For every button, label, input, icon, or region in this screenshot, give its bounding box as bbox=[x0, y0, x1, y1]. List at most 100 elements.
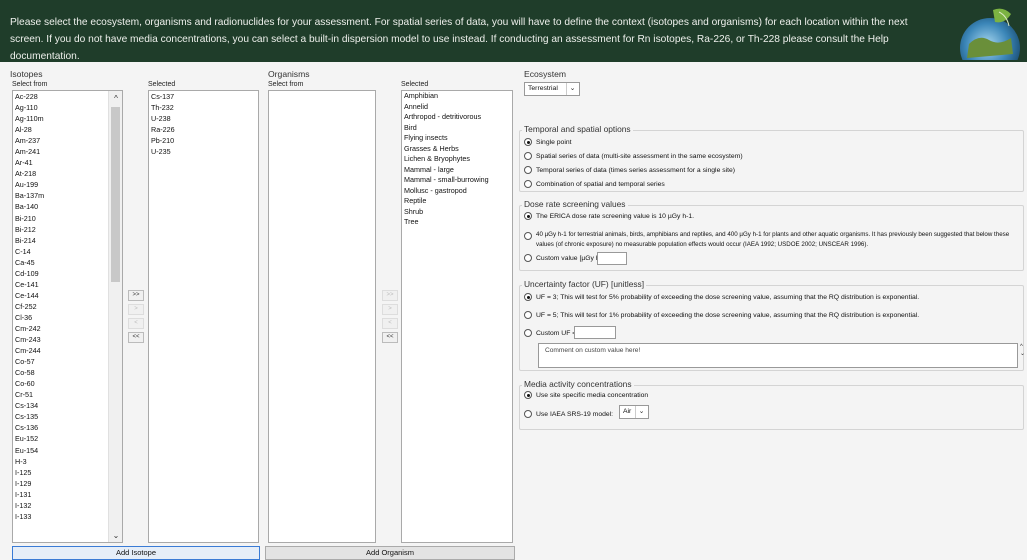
isotopes-available-list[interactable]: Ac-228 Ag-110 Ag-110m Al-28 Am-237 Am-241 Ar-4… bbox=[12, 90, 123, 543]
list-item[interactable]: Cr-51 bbox=[13, 389, 122, 400]
list-item[interactable]: Ba-140 bbox=[13, 201, 122, 212]
list-item[interactable]: Eu-152 bbox=[13, 433, 122, 444]
move-right-button[interactable]: > bbox=[382, 304, 398, 315]
organisms-title: Organisms bbox=[268, 69, 310, 79]
radio-erica-value[interactable]: The ERICA dose rate screening value is 1… bbox=[524, 212, 694, 222]
list-item[interactable]: U-235 bbox=[149, 146, 258, 157]
textarea-scroll-icon[interactable]: ^ ⌄ bbox=[1020, 344, 1025, 358]
iaea-model-value: Air bbox=[623, 408, 632, 415]
list-item[interactable]: Ag-110 bbox=[13, 102, 122, 113]
list-item[interactable]: Lichen & Bryophytes bbox=[402, 154, 512, 165]
move-all-right-button[interactable]: >> bbox=[128, 290, 144, 301]
list-item[interactable]: Arthropod - detritivorous bbox=[402, 112, 512, 123]
radio-spatial-series[interactable]: Spatial series of data (multi-site asses… bbox=[524, 152, 743, 162]
organisms-selected-list[interactable]: Amphibian Annelid Arthropod - detritivorou… bbox=[401, 90, 513, 543]
list-item[interactable]: Mollusc - gastropod bbox=[402, 186, 512, 197]
iaea-model-select[interactable]: Air ⌄ bbox=[619, 405, 649, 419]
list-item[interactable]: Flying insects bbox=[402, 133, 512, 144]
radio-uf3[interactable]: UF = 3; This will test for 5% probabilit… bbox=[524, 293, 919, 303]
list-item[interactable]: Ce-144 bbox=[13, 290, 122, 301]
list-item[interactable]: C-14 bbox=[13, 246, 122, 257]
list-item[interactable]: Co-60 bbox=[13, 378, 122, 389]
custom-uf-input[interactable] bbox=[574, 326, 616, 339]
move-left-button[interactable]: < bbox=[128, 318, 144, 329]
isotopes-scrollbar[interactable]: ^ ⌄ bbox=[108, 91, 122, 542]
list-item[interactable]: Bi-210 bbox=[13, 213, 122, 224]
list-item[interactable]: I-129 bbox=[13, 478, 122, 489]
list-item[interactable]: Cs-136 bbox=[13, 422, 122, 433]
list-item[interactable]: Cf-252 bbox=[13, 301, 122, 312]
isotopes-selected-label: Selected bbox=[148, 81, 176, 88]
list-item[interactable]: Bi-212 bbox=[13, 224, 122, 235]
list-item[interactable]: Bird bbox=[402, 123, 512, 134]
move-right-button[interactable]: > bbox=[128, 304, 144, 315]
list-item[interactable]: Cl-36 bbox=[13, 312, 122, 323]
list-item[interactable]: Tree bbox=[402, 217, 512, 228]
isotopes-selected-list[interactable]: Cs-137 Th-232 U-238 Ra-226 Pb-210 U-235 bbox=[148, 90, 259, 543]
scroll-up-icon[interactable]: ^ bbox=[109, 91, 122, 105]
radio-iaea-model[interactable]: Use IAEA SRS-19 model: bbox=[524, 410, 613, 420]
list-item[interactable]: Amphibian bbox=[402, 91, 512, 102]
list-item[interactable]: Reptile bbox=[402, 196, 512, 207]
globe-logo-icon bbox=[959, 4, 1021, 60]
move-all-left-button[interactable]: << bbox=[128, 332, 144, 343]
list-item[interactable]: Ca-45 bbox=[13, 257, 122, 268]
list-item[interactable]: Cm-244 bbox=[13, 345, 122, 356]
list-item[interactable]: Cs-134 bbox=[13, 400, 122, 411]
list-item[interactable]: Ce-141 bbox=[13, 279, 122, 290]
radio-uf5[interactable]: UF = 5; This will test for 1% probabilit… bbox=[524, 311, 919, 321]
radio-custom-uf[interactable]: Custom UF = bbox=[524, 329, 576, 339]
list-item[interactable]: Ac-228 bbox=[13, 91, 122, 102]
list-item[interactable]: Ra-226 bbox=[149, 124, 258, 135]
list-item[interactable]: Th-232 bbox=[149, 102, 258, 113]
radio-combination[interactable]: Combination of spatial and temporal seri… bbox=[524, 180, 665, 190]
list-item[interactable]: Annelid bbox=[402, 102, 512, 113]
list-item[interactable]: Grasses & Herbs bbox=[402, 144, 512, 155]
list-item[interactable]: Ar-41 bbox=[13, 157, 122, 168]
move-all-left-button[interactable]: << bbox=[382, 332, 398, 343]
list-item[interactable]: Mammal - large bbox=[402, 165, 512, 176]
custom-dose-input[interactable] bbox=[597, 252, 627, 265]
radio-icon bbox=[524, 166, 532, 174]
list-item[interactable]: Co-58 bbox=[13, 367, 122, 378]
add-isotope-button[interactable]: Add Isotope bbox=[12, 546, 260, 560]
list-item[interactable]: I-133 bbox=[13, 511, 122, 522]
list-item[interactable]: Am-237 bbox=[13, 135, 122, 146]
organisms-selected-label: Selected bbox=[401, 81, 429, 88]
list-item[interactable]: Shrub bbox=[402, 207, 512, 218]
list-item[interactable]: I-131 bbox=[13, 489, 122, 500]
list-item[interactable]: Ba-137m bbox=[13, 190, 122, 201]
radio-single-point[interactable]: Single point bbox=[524, 138, 572, 148]
list-item[interactable]: Bi-214 bbox=[13, 235, 122, 246]
list-item[interactable]: Cs-135 bbox=[13, 411, 122, 422]
list-item[interactable]: Au-199 bbox=[13, 179, 122, 190]
list-item[interactable]: Eu-154 bbox=[13, 445, 122, 456]
list-item[interactable]: Pb-210 bbox=[149, 135, 258, 146]
add-organism-button[interactable]: Add Organism bbox=[265, 546, 515, 560]
list-item[interactable]: U-238 bbox=[149, 113, 258, 124]
list-item[interactable]: Co-57 bbox=[13, 356, 122, 367]
list-item[interactable]: Al-28 bbox=[13, 124, 122, 135]
list-item[interactable]: I-125 bbox=[13, 467, 122, 478]
move-all-right-button[interactable]: >> bbox=[382, 290, 398, 301]
list-item[interactable]: Cd-109 bbox=[13, 268, 122, 279]
move-left-button[interactable]: < bbox=[382, 318, 398, 329]
scroll-thumb[interactable] bbox=[111, 107, 120, 282]
list-item[interactable]: At-218 bbox=[13, 168, 122, 179]
list-item[interactable]: Am-241 bbox=[13, 146, 122, 157]
list-item[interactable]: I-132 bbox=[13, 500, 122, 511]
organisms-available-list[interactable] bbox=[268, 90, 376, 543]
dose-rate-title: Dose rate screening values bbox=[522, 199, 628, 209]
radio-site-specific[interactable]: Use site specific media concentration bbox=[524, 391, 648, 401]
list-item[interactable]: Cm-242 bbox=[13, 323, 122, 334]
scroll-down-icon[interactable]: ⌄ bbox=[109, 528, 122, 542]
list-item[interactable]: Mammal - small-burrowing bbox=[402, 175, 512, 186]
list-item[interactable]: Ag-110m bbox=[13, 113, 122, 124]
ecosystem-select[interactable]: Terrestrial ⌄ bbox=[524, 82, 580, 96]
comment-textarea[interactable]: Comment on custom value here! ^ ⌄ bbox=[538, 343, 1025, 368]
list-item[interactable]: Cs-137 bbox=[149, 91, 258, 102]
list-item[interactable]: Cm-243 bbox=[13, 334, 122, 345]
radio-organism-specific[interactable]: 40 µGy h-1 for terrestrial animals, bird… bbox=[524, 230, 1022, 250]
list-item[interactable]: H-3 bbox=[13, 456, 122, 467]
radio-temporal-series[interactable]: Temporal series of data (times series as… bbox=[524, 166, 735, 176]
